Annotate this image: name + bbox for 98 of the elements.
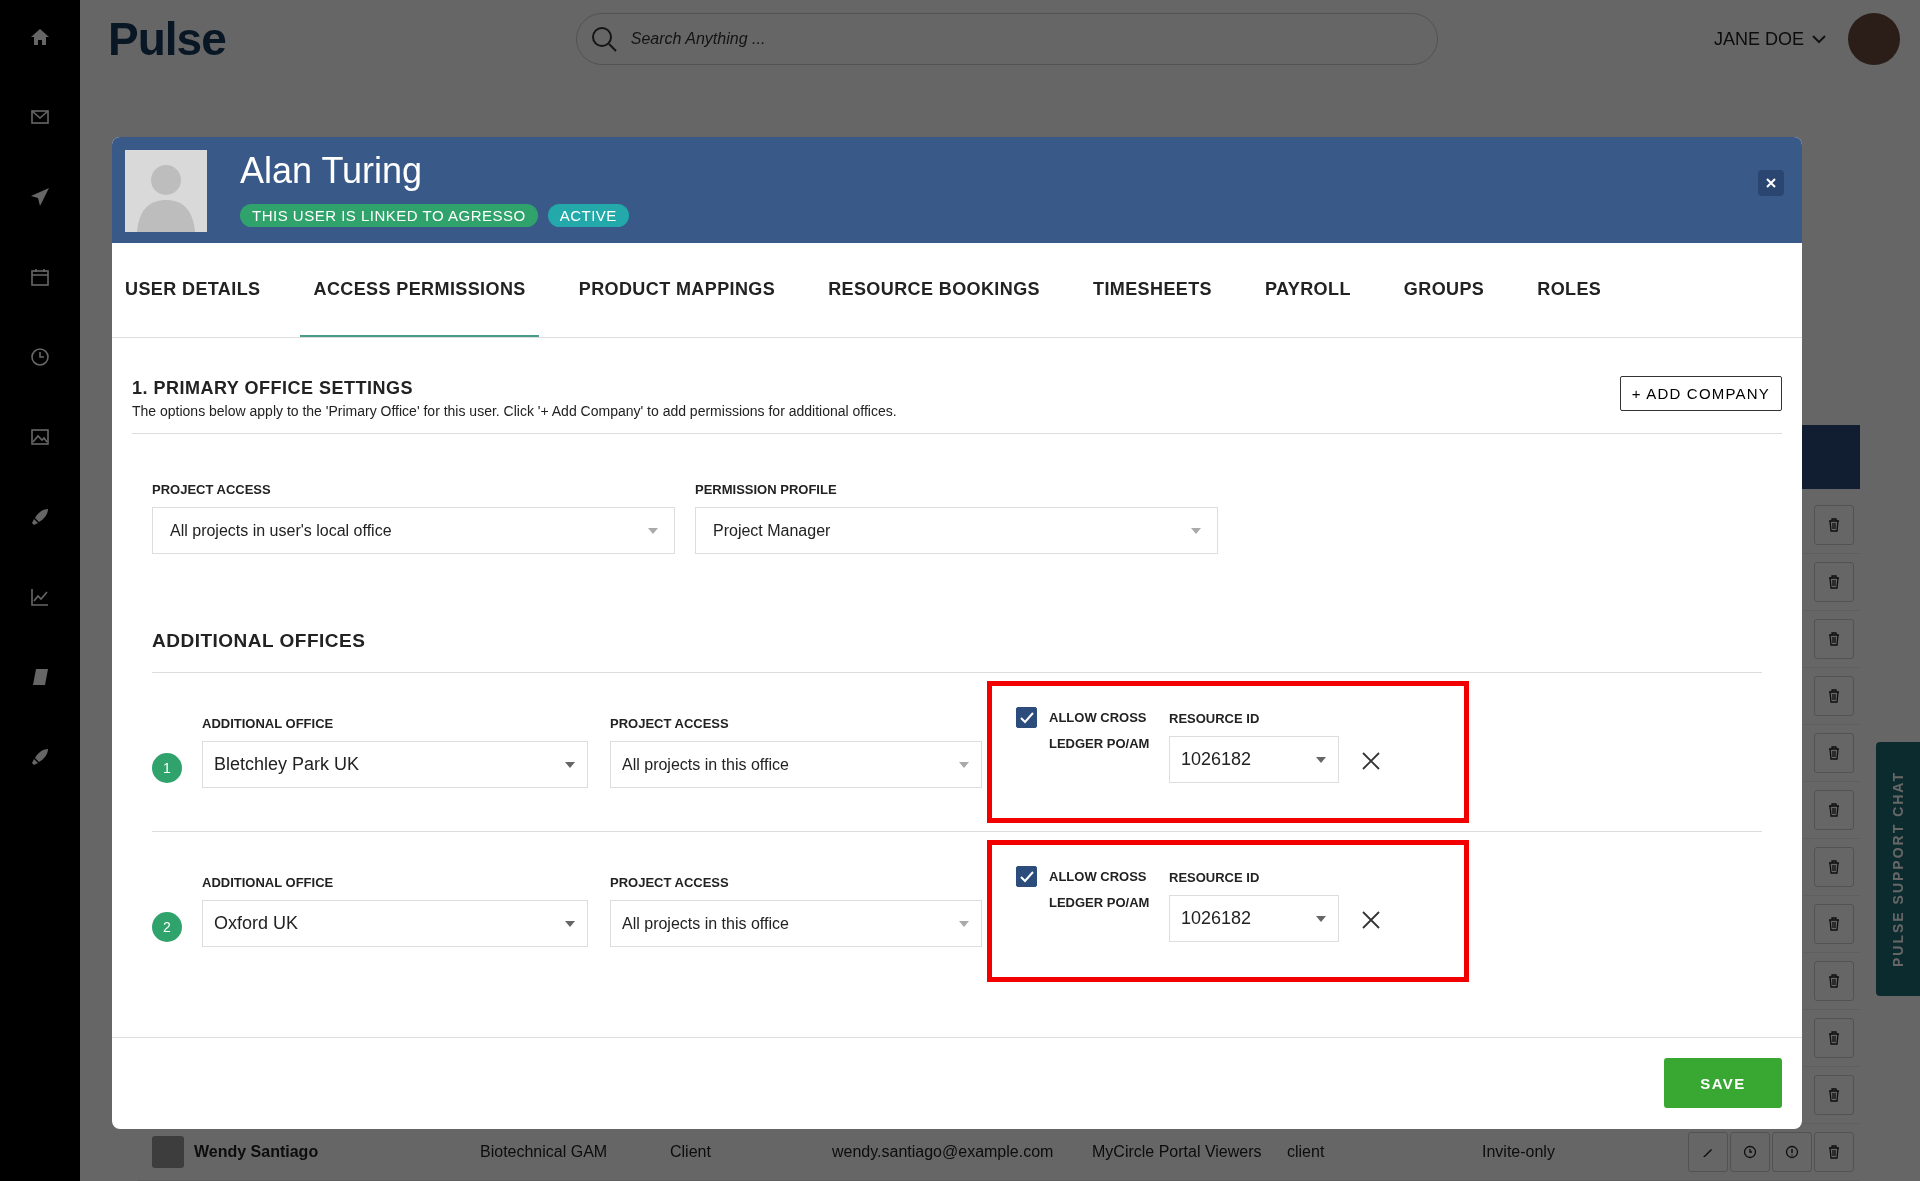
trash-icon xyxy=(1828,1145,1840,1159)
caret-icon xyxy=(648,527,658,534)
table-cell-text: wendy.santiago@example.com xyxy=(832,1143,1055,1161)
caret-icon xyxy=(1316,915,1326,922)
field-label: PROJECT ACCESS xyxy=(610,716,730,731)
delete-button[interactable] xyxy=(1814,733,1854,773)
trash-icon xyxy=(1828,803,1840,817)
trash-icon xyxy=(1828,575,1840,589)
select-field[interactable]: 1026182 xyxy=(1169,736,1339,783)
field-label: RESOURCE ID xyxy=(1169,711,1261,726)
caret-icon xyxy=(565,920,575,927)
select-field[interactable]: Oxford UK xyxy=(202,900,588,947)
select-field[interactable]: All projects in this office xyxy=(610,900,982,947)
user-avatar[interactable] xyxy=(1848,13,1900,65)
delete-button[interactable] xyxy=(1814,1075,1854,1115)
trash-icon xyxy=(1828,518,1840,532)
delete-button[interactable] xyxy=(1814,619,1854,659)
table-cell-text: Invite-only xyxy=(1482,1143,1556,1161)
field-label: PROJECT ACCESS xyxy=(152,482,272,497)
checkbox-label: ALLOW CROSS LEDGER PO/AM xyxy=(1049,709,1151,753)
history-button[interactable] xyxy=(1730,1132,1770,1172)
delete-button[interactable] xyxy=(1814,961,1854,1001)
clock-icon[interactable] xyxy=(30,347,50,367)
field-label: PERMISSION PROFILE xyxy=(695,482,838,497)
tab[interactable]: GROUPS xyxy=(1390,243,1498,337)
caret-icon xyxy=(1191,527,1201,534)
user-silhouette-icon xyxy=(125,150,207,232)
search-icon xyxy=(589,25,618,53)
row-number: 1 xyxy=(152,753,182,783)
close-button[interactable] xyxy=(1758,170,1784,196)
delete-button[interactable] xyxy=(1814,847,1854,887)
select-field[interactable]: All projects in this office xyxy=(610,741,982,788)
checkbox[interactable] xyxy=(1016,866,1037,887)
field-label: ADDITIONAL OFFICE xyxy=(202,875,335,890)
chart-icon[interactable] xyxy=(30,587,50,607)
image-icon[interactable] xyxy=(30,427,50,447)
clock-icon xyxy=(1743,1145,1757,1159)
select-field[interactable]: All projects in user's local office xyxy=(152,507,675,554)
select-field[interactable]: Bletchley Park UK xyxy=(202,741,588,788)
checkbox-label: ALLOW CROSS LEDGER PO/AM xyxy=(1049,868,1151,912)
trash-icon xyxy=(1828,632,1840,646)
row-number: 2 xyxy=(152,912,182,942)
caret-icon xyxy=(565,761,575,768)
tab[interactable]: PAYROLL xyxy=(1252,243,1364,337)
select-field[interactable]: Project Manager xyxy=(695,507,1218,554)
chevron-down-icon[interactable] xyxy=(1812,34,1826,44)
table-cell-text: Biotechnical GAM xyxy=(480,1143,609,1161)
search-field[interactable]: Search Anything ... xyxy=(575,13,1438,65)
delete-button[interactable] xyxy=(1814,1132,1854,1172)
add-company-button[interactable]: + ADD COMPANY xyxy=(1619,376,1782,411)
status-badge: THIS USER IS LINKED TO AGRESSO xyxy=(240,204,538,227)
home-icon[interactable] xyxy=(30,27,50,47)
close-icon[interactable] xyxy=(1361,751,1381,771)
trash-icon xyxy=(1828,1088,1840,1102)
delete-button[interactable] xyxy=(1814,790,1854,830)
section-description: The options below apply to the 'Primary Office' for this user. Click '+ Add Company' to add permissions for additional offices. xyxy=(132,403,897,419)
trash-icon xyxy=(1828,689,1840,703)
checkbox[interactable] xyxy=(1016,707,1037,728)
caret-icon xyxy=(959,920,969,927)
tab[interactable]: TIMESHEETS xyxy=(1080,243,1225,337)
person-name: Wendy Santiago xyxy=(194,1143,320,1161)
trash-icon xyxy=(1828,746,1840,760)
info-button[interactable] xyxy=(1772,1132,1812,1172)
delete-button[interactable] xyxy=(1814,904,1854,944)
section-title: 1. PRIMARY OFFICE SETTINGS xyxy=(132,378,415,399)
caret-icon xyxy=(1316,756,1326,763)
mail-icon[interactable] xyxy=(30,107,50,127)
delete-button[interactable] xyxy=(1814,505,1854,545)
pencil-icon xyxy=(1702,1146,1714,1158)
info-icon xyxy=(1785,1145,1799,1159)
field-label: ADDITIONAL OFFICE xyxy=(202,716,335,731)
tab[interactable]: RESOURCE BOOKINGS xyxy=(815,243,1053,337)
field-label: PROJECT ACCESS xyxy=(610,875,730,890)
table-cell-text: client xyxy=(1287,1143,1326,1161)
field-label: RESOURCE ID xyxy=(1169,870,1261,885)
trash-icon xyxy=(1828,974,1840,988)
trash-icon xyxy=(1828,860,1840,874)
table-cell-text: Client xyxy=(670,1143,712,1161)
delete-button[interactable] xyxy=(1814,1018,1854,1058)
table-cell-text: MyCircle Portal Viewers xyxy=(1092,1143,1263,1161)
caret-icon xyxy=(959,761,969,768)
delete-button[interactable] xyxy=(1814,562,1854,602)
person-avatar xyxy=(152,1136,184,1168)
send-icon[interactable] xyxy=(30,187,50,207)
trash-icon xyxy=(1828,1031,1840,1045)
close-icon xyxy=(1765,177,1777,189)
tab[interactable]: USER DETAILS xyxy=(125,243,274,337)
tab[interactable]: ACCESS PERMISSIONS xyxy=(300,243,539,337)
status-badge: ACTIVE xyxy=(547,204,629,227)
user-name-title: Alan Turing xyxy=(240,150,424,192)
delete-button[interactable] xyxy=(1814,676,1854,716)
select-field[interactable]: 1026182 xyxy=(1169,895,1339,942)
trash-icon xyxy=(1828,917,1840,931)
tab[interactable]: ROLES xyxy=(1524,243,1615,337)
close-icon[interactable] xyxy=(1361,910,1381,930)
section-title: ADDITIONAL OFFICES xyxy=(152,630,367,652)
calendar-icon[interactable] xyxy=(30,267,50,287)
tab[interactable]: PRODUCT MAPPINGS xyxy=(565,243,789,337)
